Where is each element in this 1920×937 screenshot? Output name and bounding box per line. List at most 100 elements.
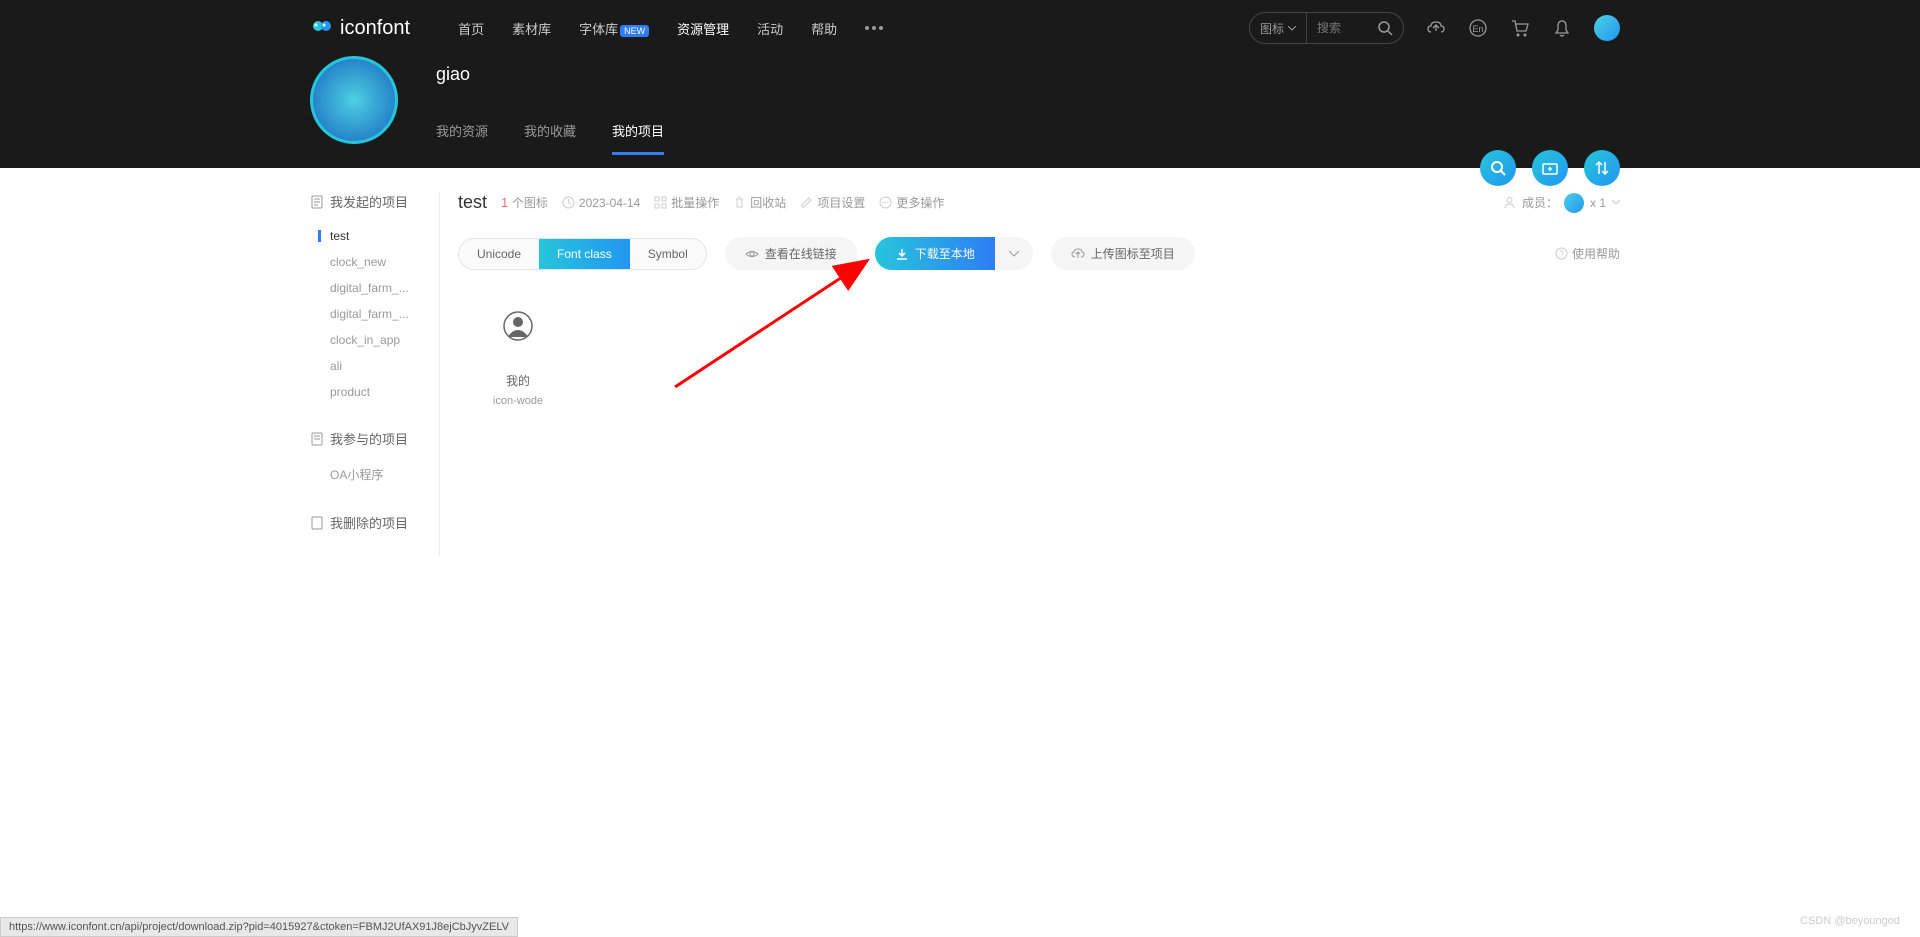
folder-plus-icon xyxy=(1541,159,1559,177)
fab-group xyxy=(1480,150,1620,186)
settings-action[interactable]: 项目设置 xyxy=(800,194,865,211)
nav-activity[interactable]: 活动 xyxy=(757,19,783,38)
fab-search[interactable] xyxy=(1480,150,1516,186)
new-badge: NEW xyxy=(620,25,649,37)
sidebar: 我发起的项目 test clock_new digital_farm_... d… xyxy=(310,192,430,556)
sidebar-item[interactable]: ali xyxy=(310,353,430,379)
batch-action[interactable]: 批量操作 xyxy=(654,194,719,211)
search-button[interactable] xyxy=(1367,20,1403,36)
project-content: test 1 个图标 2023-04-14 批量操作 回收站 项目设置 更多操作… xyxy=(450,192,1620,556)
sidebar-header-created: 我发起的项目 xyxy=(310,192,430,211)
logo-icon xyxy=(310,16,334,40)
icon-grid: 我的 icon-wode xyxy=(458,310,1620,407)
download-group: 下载至本地 xyxy=(875,237,1033,270)
member-avatar xyxy=(1564,193,1584,213)
username: giao xyxy=(436,64,664,85)
fab-add-project[interactable] xyxy=(1532,150,1568,186)
segment-fontclass[interactable]: Font class xyxy=(539,239,630,269)
document-icon xyxy=(310,432,324,446)
profile-avatar xyxy=(310,56,398,144)
sidebar-item[interactable]: digital_farm_... xyxy=(310,301,430,327)
brand-text: iconfont xyxy=(340,17,410,40)
cart-icon[interactable] xyxy=(1510,18,1530,38)
sidebar-section-created: 我发起的项目 test clock_new digital_farm_... d… xyxy=(310,192,430,405)
icon-classname: icon-wode xyxy=(493,395,543,407)
main-nav: 首页 素材库 字体库NEW 资源管理 活动 帮助 xyxy=(458,19,883,38)
user-icon xyxy=(1503,196,1516,209)
user-circle-icon xyxy=(502,310,534,342)
sidebar-header-joined: 我参与的项目 xyxy=(310,429,430,448)
bell-icon[interactable] xyxy=(1552,18,1572,38)
tab-favorites[interactable]: 我的收藏 xyxy=(524,121,576,155)
user-avatar[interactable] xyxy=(1594,15,1620,41)
search-type-select[interactable]: 图标 xyxy=(1250,13,1307,43)
fab-sort[interactable] xyxy=(1584,150,1620,186)
nav-help[interactable]: 帮助 xyxy=(811,19,837,38)
segment-symbol[interactable]: Symbol xyxy=(630,239,706,269)
sidebar-header-deleted: 我删除的项目 xyxy=(310,513,430,532)
question-icon: ? xyxy=(1555,247,1568,260)
nav-resource[interactable]: 资源管理 xyxy=(677,19,729,38)
upload-button[interactable]: 上传图标至项目 xyxy=(1051,237,1195,270)
toolbar: Unicode Font class Symbol 查看在线链接 下载至本地 上 xyxy=(458,237,1620,270)
recycle-action[interactable]: 回收站 xyxy=(733,194,786,211)
svg-text:?: ? xyxy=(1559,250,1564,259)
sidebar-item[interactable]: digital_farm_... xyxy=(310,275,430,301)
search-icon xyxy=(1489,159,1507,177)
chevron-down-icon xyxy=(1009,251,1019,257)
project-date: 2023-04-14 xyxy=(562,196,640,210)
icon-card[interactable]: 我的 icon-wode xyxy=(478,310,558,407)
sidebar-item[interactable]: product xyxy=(310,379,430,405)
download-button[interactable]: 下载至本地 xyxy=(875,237,995,270)
more-action[interactable]: 更多操作 xyxy=(879,194,944,211)
document-icon xyxy=(310,195,324,209)
icon-preview xyxy=(502,310,534,342)
download-dropdown[interactable] xyxy=(995,237,1033,270)
project-header: test 1 个图标 2023-04-14 批量操作 回收站 项目设置 更多操作… xyxy=(458,192,1620,213)
sidebar-item[interactable]: clock_in_app xyxy=(310,327,430,353)
header-right: 图标 En xyxy=(1249,12,1620,44)
cloud-upload-icon[interactable] xyxy=(1426,18,1446,38)
help-link[interactable]: ? 使用帮助 xyxy=(1555,245,1620,262)
svg-text:En: En xyxy=(1472,24,1483,34)
chevron-down-icon xyxy=(1612,200,1620,205)
tab-projects[interactable]: 我的项目 xyxy=(612,121,664,155)
status-bar: https://www.iconfont.cn/api/project/down… xyxy=(0,917,518,937)
view-online-button[interactable]: 查看在线链接 xyxy=(725,237,857,270)
sidebar-item[interactable]: OA小程序 xyxy=(310,460,430,489)
eye-icon xyxy=(745,247,759,261)
search-icon xyxy=(1377,20,1393,36)
main-content: 我发起的项目 test clock_new digital_farm_... d… xyxy=(0,168,1920,556)
pencil-icon xyxy=(800,196,813,209)
sidebar-section-joined: 我参与的项目 OA小程序 xyxy=(310,429,430,489)
icon-label: 我的 xyxy=(506,372,530,389)
sidebar-section-deleted: 我删除的项目 xyxy=(310,513,430,532)
sort-icon xyxy=(1593,159,1611,177)
trash-icon xyxy=(310,516,324,530)
profile-header: giao 我的资源 我的收藏 我的项目 xyxy=(0,56,1920,168)
nav-font[interactable]: 字体库NEW xyxy=(579,19,649,38)
nav-more-icon[interactable] xyxy=(865,26,883,30)
format-segment: Unicode Font class Symbol xyxy=(458,238,707,270)
project-members[interactable]: 成员： x 1 xyxy=(1503,193,1620,213)
profile-tabs: 我的资源 我的收藏 我的项目 xyxy=(436,121,664,155)
tab-resources[interactable]: 我的资源 xyxy=(436,121,488,155)
sidebar-item[interactable]: clock_new xyxy=(310,249,430,275)
sidebar-item-test[interactable]: test xyxy=(310,223,430,249)
language-icon[interactable]: En xyxy=(1468,18,1488,38)
segment-unicode[interactable]: Unicode xyxy=(459,239,539,269)
project-name: test xyxy=(458,192,487,213)
nav-material[interactable]: 素材库 xyxy=(512,19,551,38)
grid-icon xyxy=(654,196,667,209)
more-icon xyxy=(879,196,892,209)
search-box: 图标 xyxy=(1249,12,1404,44)
icon-count: 1 xyxy=(501,195,508,210)
logo[interactable]: iconfont xyxy=(310,16,410,40)
top-header: iconfont 首页 素材库 字体库NEW 资源管理 活动 帮助 图标 En xyxy=(0,0,1920,56)
search-input[interactable] xyxy=(1307,21,1367,35)
nav-home[interactable]: 首页 xyxy=(458,19,484,38)
clock-icon xyxy=(562,196,575,209)
trash-icon xyxy=(733,196,746,209)
cloud-upload-icon xyxy=(1071,247,1085,261)
download-icon xyxy=(895,247,909,261)
